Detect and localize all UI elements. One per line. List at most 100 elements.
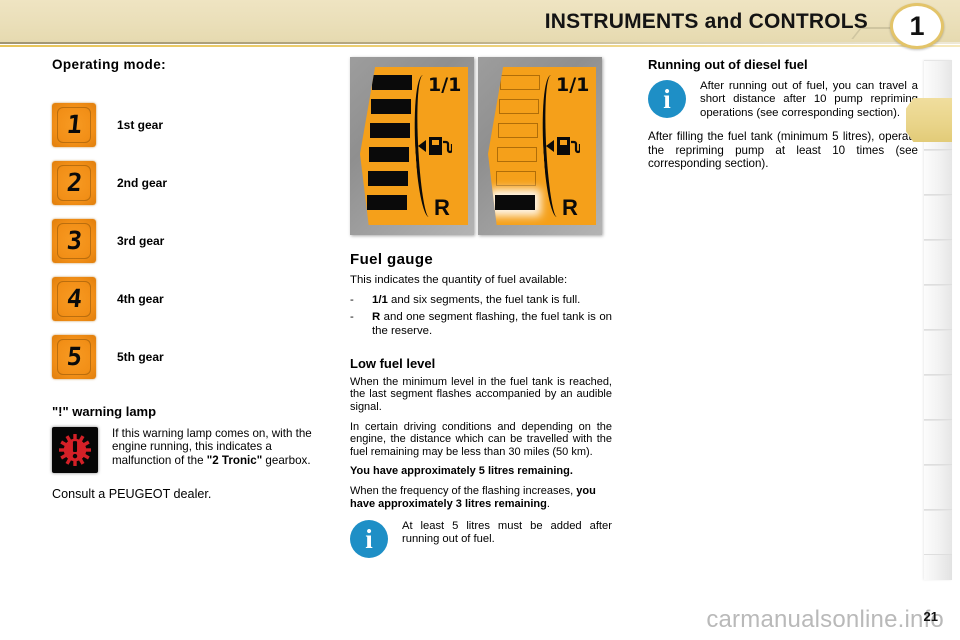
low-fuel-info-note-row: i At least 5 litres must be added after … [350, 520, 612, 559]
header-rule-gold [0, 45, 960, 47]
gauge-reserve-label: R [434, 195, 450, 220]
header-rule-dark [0, 42, 960, 44]
fuel-segment-empty [498, 123, 538, 138]
gear-indicator-icon: 1 [52, 103, 96, 147]
warning-lamp-row: If this warning lamp comes on, with the … [52, 427, 320, 473]
low-fuel-para-3-lead: When the frequency of the flashing incre… [350, 484, 577, 497]
middle-column: 1/1 R 1/1 R Fuel gauge This indicates th… [350, 57, 612, 559]
fuel-segment [369, 147, 409, 162]
low-fuel-para-3-tail: . [546, 497, 550, 510]
fuel-segment-empty [497, 147, 537, 162]
bullet-bold: 1/1 [372, 294, 388, 307]
diesel-info-note-row: i After running out of fuel, you can tra… [648, 80, 918, 120]
fuel-gauge-bullet: - R and one segment flashing, the fuel t… [350, 311, 612, 337]
fuel-segment [371, 99, 411, 114]
gauge-full-label: 1/1 [428, 74, 462, 96]
gear-exclamation-warning-lamp-icon [52, 427, 98, 473]
page-number: 21 [923, 609, 938, 624]
gear-label: 4th gear [117, 292, 164, 306]
gear-label: 5th gear [117, 350, 164, 364]
low-fuel-para-1: When the minimum level in the fuel tank … [350, 375, 612, 413]
chapter-tab[interactable] [924, 285, 952, 330]
diesel-para: After filling the fuel tank (minimum 5 l… [648, 130, 918, 171]
warning-text-part2: gearbox. [262, 453, 311, 467]
low-fuel-info-note: At least 5 litres must be added after ru… [402, 520, 612, 546]
fuel-segment-empty [500, 75, 540, 90]
chapter-tab[interactable] [924, 510, 952, 555]
bullet-text: 1/1 and six segments, the fuel tank is f… [372, 294, 580, 307]
gear-digit: 1 [65, 110, 83, 139]
left-column: Operating mode: 1 1st gear 2 2nd gear 3 … [52, 57, 320, 501]
fuel-gauge-full-image: 1/1 R [350, 57, 474, 235]
gear-row: 2 2nd gear [52, 154, 320, 212]
warning-lamp-text: If this warning lamp comes on, with the … [112, 427, 320, 473]
fuel-segment-flashing [495, 195, 535, 210]
fuel-gauge-title: Fuel gauge [350, 251, 434, 268]
fuel-gauge-images: 1/1 R 1/1 R [350, 57, 603, 235]
manual-page: INSTRUMENTS and CONTROLS 1 Operating mod… [0, 0, 960, 640]
fuel-pump-indicator [418, 135, 452, 157]
gear-digit: 2 [65, 168, 83, 197]
fuel-pump-icon [429, 137, 452, 155]
page-title: INSTRUMENTS and CONTROLS [544, 10, 868, 33]
fuel-segment-empty [496, 171, 536, 186]
chapter-tab[interactable] [924, 330, 952, 375]
bullet-marker: - [350, 311, 354, 324]
fuel-segment [372, 75, 412, 90]
right-column: Running out of diesel fuel i After runni… [648, 57, 918, 178]
bullet-rest: and one segment flashing, the fuel tank … [372, 311, 612, 337]
chapter-badge: 1 [890, 3, 944, 49]
low-fuel-para-2: In certain driving conditions and depend… [350, 420, 612, 458]
gauge-face: 1/1 R [488, 67, 596, 225]
gear-row: 4 4th gear [52, 270, 320, 328]
gear-digit: 3 [65, 226, 83, 255]
diesel-info-note: After running out of fuel, you can trave… [700, 80, 918, 119]
bullet-rest: and six segments, the fuel tank is full. [387, 294, 581, 307]
bullet-text: R and one segment flashing, the fuel tan… [372, 311, 612, 337]
fuel-segment-empty [499, 99, 539, 114]
chapter-tab[interactable] [924, 465, 952, 510]
gauge-reserve-label: R [562, 195, 578, 220]
watermark: carmanualsonline.info [706, 606, 944, 633]
chapter-tab[interactable] [924, 195, 952, 240]
fuel-segment [370, 123, 410, 138]
info-icon: i [350, 520, 388, 559]
fuel-segment [368, 171, 408, 186]
fuel-pump-icon [557, 137, 580, 155]
gauge-full-label: 1/1 [556, 74, 590, 96]
fuel-gauge-bullet: - 1/1 and six segments, the fuel tank is… [350, 294, 612, 307]
fuel-pump-indicator [546, 135, 580, 157]
operating-mode-title: Operating mode: [52, 57, 167, 72]
low-fuel-level-title: Low fuel level [350, 355, 436, 371]
warning-text-bold: "2 Tronic" [206, 453, 263, 467]
chapter-tab[interactable] [924, 375, 952, 420]
fuel-segment [367, 195, 407, 210]
gear-digit: 5 [65, 342, 83, 371]
gauge-face: 1/1 R [360, 67, 468, 225]
arrow-left-icon [546, 140, 554, 152]
gear-indicator-icon: 2 [52, 161, 96, 205]
low-fuel-bold-line: You have approximately 5 litres remainin… [350, 465, 573, 478]
info-icon: i [648, 80, 686, 118]
bullet-marker: - [350, 294, 354, 307]
bullet-bold: R [372, 311, 381, 324]
chapter-tab[interactable] [924, 420, 952, 465]
gear-label: 3rd gear [117, 234, 165, 248]
fuel-gauge-intro: This indicates the quantity of fuel avai… [350, 274, 568, 286]
cog-icon [59, 434, 91, 466]
gear-list: 1 1st gear 2 2nd gear 3 3rd gear 4 4th g… [52, 96, 320, 386]
consult-dealer-text: Consult a PEUGEOT dealer. [52, 487, 212, 501]
chapter-tab[interactable] [924, 240, 952, 285]
chapter-tab[interactable] [924, 150, 952, 195]
warning-lamp-title: "!" warning lamp [52, 404, 157, 419]
gear-label: 1st gear [117, 118, 164, 132]
gear-row: 3 3rd gear [52, 212, 320, 270]
gear-digit: 4 [65, 284, 83, 313]
gear-row: 5 5th gear [52, 328, 320, 386]
chapter-tab-active[interactable] [906, 98, 952, 142]
gear-indicator-icon: 3 [52, 219, 96, 263]
diesel-title: Running out of diesel fuel [648, 57, 808, 72]
low-fuel-para-3: When the frequency of the flashing incre… [350, 485, 612, 510]
gear-indicator-icon: 4 [52, 277, 96, 321]
fuel-gauge-reserve-image: 1/1 R [478, 57, 602, 235]
